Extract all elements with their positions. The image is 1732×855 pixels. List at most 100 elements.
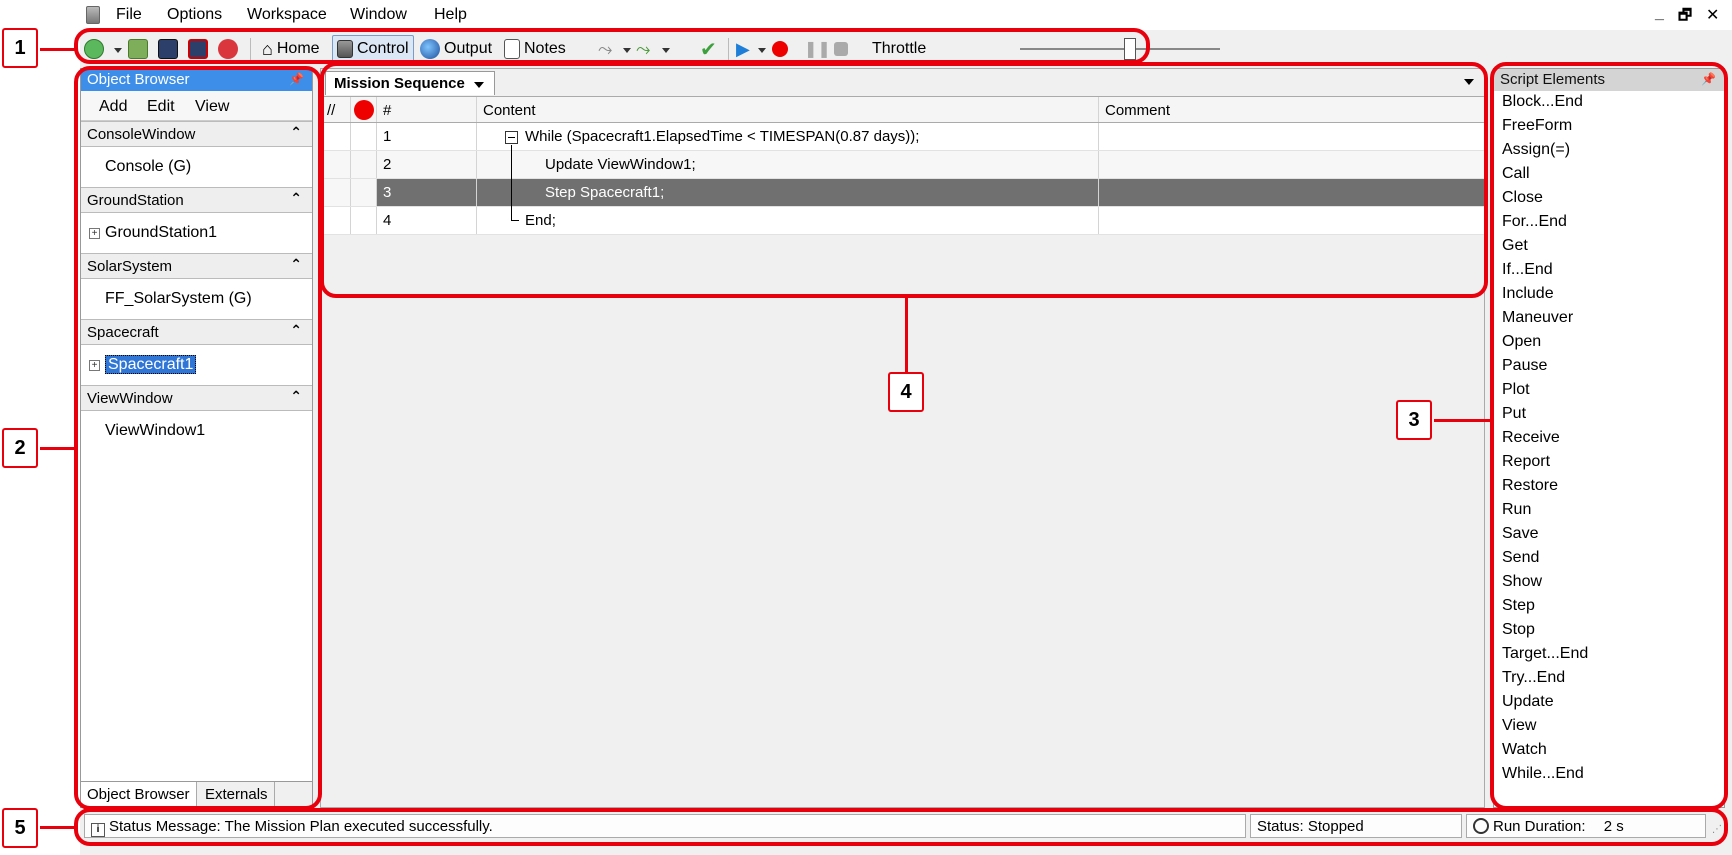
breakpoint-cell[interactable]: [351, 123, 377, 150]
home-button[interactable]: ⌂ Home: [262, 37, 320, 61]
save-button[interactable]: [158, 37, 178, 61]
ob-item-viewwindow1[interactable]: ViewWindow1: [81, 411, 312, 451]
ob-section-header[interactable]: GroundStation ⌃: [81, 187, 312, 213]
collapse-icon[interactable]: ⌃: [290, 190, 302, 207]
pause-button[interactable]: ❚❚: [804, 37, 831, 61]
script-element-item[interactable]: While...End: [1494, 763, 1724, 787]
ob-item-console[interactable]: Console (G): [81, 147, 312, 187]
script-element-item[interactable]: Block...End: [1494, 91, 1724, 115]
restore-button[interactable]: 🗗: [1678, 5, 1692, 30]
ob-menu-edit[interactable]: Edit: [147, 98, 175, 116]
script-element-item[interactable]: View: [1494, 715, 1724, 739]
collapse-icon[interactable]: ⌃: [290, 256, 302, 273]
script-element-item[interactable]: Assign(=): [1494, 139, 1724, 163]
table-row[interactable]: 2 Update ViewWindow1;: [321, 151, 1484, 179]
script-element-item[interactable]: Open: [1494, 331, 1724, 355]
menu-window[interactable]: Window: [350, 6, 407, 24]
new-button[interactable]: [84, 37, 104, 61]
col-header-content[interactable]: Content: [477, 97, 1099, 122]
pin-icon[interactable]: 📌: [1701, 72, 1716, 86]
table-row[interactable]: 1 While (Spacecraft1.ElapsedTime < TIMES…: [321, 123, 1484, 151]
ob-section-header[interactable]: ViewWindow ⌃: [81, 385, 312, 411]
tab-list-dropdown-icon[interactable]: [1464, 79, 1474, 85]
script-element-item[interactable]: Pause: [1494, 355, 1724, 379]
close-button[interactable]: ✕: [1706, 5, 1719, 25]
disconnect-dropdown-arrow[interactable]: [623, 48, 631, 53]
script-element-item[interactable]: Restore: [1494, 475, 1724, 499]
script-element-item[interactable]: Call: [1494, 163, 1724, 187]
content-cell[interactable]: Update ViewWindow1;: [477, 151, 1099, 179]
new-dropdown-arrow[interactable]: [114, 48, 122, 53]
resize-grip-icon[interactable]: ⋰: [1712, 824, 1722, 835]
output-button[interactable]: Output: [420, 37, 492, 61]
comment-cell[interactable]: [321, 151, 351, 178]
ob-section-header[interactable]: ConsoleWindow ⌃: [81, 121, 312, 147]
script-element-item[interactable]: Target...End: [1494, 643, 1724, 667]
menu-options[interactable]: Options: [167, 6, 222, 24]
table-row-selected[interactable]: 3 Step Spacecraft1;: [321, 179, 1484, 207]
throttle-slider-track[interactable]: [1020, 48, 1220, 50]
script-element-item[interactable]: Receive: [1494, 427, 1724, 451]
script-element-item[interactable]: Stop: [1494, 619, 1724, 643]
collapse-icon[interactable]: ⌃: [290, 388, 302, 405]
script-element-item[interactable]: Include: [1494, 283, 1724, 307]
ob-section-header[interactable]: SolarSystem ⌃: [81, 253, 312, 279]
script-element-item[interactable]: Put: [1494, 403, 1724, 427]
ob-menu-add[interactable]: Add: [99, 98, 127, 116]
script-element-item[interactable]: If...End: [1494, 259, 1724, 283]
pin-icon[interactable]: 📌: [289, 72, 304, 86]
col-header-comment-toggle[interactable]: //: [321, 97, 351, 122]
ob-menu-view[interactable]: View: [195, 98, 229, 116]
remark-cell[interactable]: [1099, 179, 1484, 206]
breakpoint-button[interactable]: [772, 37, 788, 61]
mission-sequence-tab[interactable]: Mission Sequence: [325, 71, 495, 95]
notes-button[interactable]: Notes: [504, 37, 566, 61]
menu-file[interactable]: File: [116, 6, 142, 24]
run-dropdown-arrow[interactable]: [758, 48, 766, 53]
disconnect-button[interactable]: ⤳: [598, 37, 612, 61]
script-element-item[interactable]: Get: [1494, 235, 1724, 259]
connect-button[interactable]: ⤳: [636, 37, 650, 61]
col-header-breakpoint[interactable]: [351, 97, 377, 122]
chevron-down-icon[interactable]: [474, 82, 484, 88]
comment-cell[interactable]: [321, 123, 351, 150]
menu-workspace[interactable]: Workspace: [247, 6, 327, 24]
check-script-button[interactable]: ✔: [700, 37, 717, 61]
script-element-item[interactable]: Plot: [1494, 379, 1724, 403]
throttle-slider-handle[interactable]: [1124, 38, 1136, 60]
ob-item-spacecraft1[interactable]: + Spacecraft1: [81, 345, 312, 385]
remark-cell[interactable]: [1099, 207, 1484, 234]
close-mission-button[interactable]: [218, 37, 238, 61]
script-element-item[interactable]: Watch: [1494, 739, 1724, 763]
ob-section-header[interactable]: Spacecraft ⌃: [81, 319, 312, 345]
breakpoint-cell[interactable]: [351, 207, 377, 234]
open-button[interactable]: [128, 37, 148, 61]
breakpoint-cell[interactable]: [351, 179, 377, 206]
ob-item-solarsystem[interactable]: FF_SolarSystem (G): [81, 279, 312, 319]
content-cell[interactable]: Step Spacecraft1;: [477, 179, 1099, 207]
script-element-item[interactable]: Run: [1494, 499, 1724, 523]
save-as-button[interactable]: [188, 37, 208, 61]
script-element-item[interactable]: Maneuver: [1494, 307, 1724, 331]
remark-cell[interactable]: [1099, 123, 1484, 150]
col-header-comment[interactable]: Comment: [1099, 97, 1484, 122]
content-cell[interactable]: While (Spacecraft1.ElapsedTime < TIMESPA…: [477, 123, 1099, 151]
remark-cell[interactable]: [1099, 151, 1484, 178]
collapse-tree-icon[interactable]: [505, 131, 518, 144]
connect-dropdown-arrow[interactable]: [662, 48, 670, 53]
script-element-item[interactable]: Close: [1494, 187, 1724, 211]
script-element-item[interactable]: FreeForm: [1494, 115, 1724, 139]
script-element-item[interactable]: Step: [1494, 595, 1724, 619]
table-row[interactable]: 4 End;: [321, 207, 1484, 235]
content-cell[interactable]: End;: [477, 207, 1099, 234]
expand-icon[interactable]: +: [89, 360, 100, 371]
collapse-icon[interactable]: ⌃: [290, 124, 302, 141]
tab-externals[interactable]: Externals: [199, 782, 275, 807]
script-element-item[interactable]: For...End: [1494, 211, 1724, 235]
col-header-number[interactable]: #: [377, 97, 477, 122]
collapse-icon[interactable]: ⌃: [290, 322, 302, 339]
ob-item-groundstation1[interactable]: + GroundStation1: [81, 213, 312, 253]
stop-button[interactable]: [834, 37, 848, 61]
script-element-item[interactable]: Save: [1494, 523, 1724, 547]
control-button[interactable]: Control: [332, 35, 414, 63]
